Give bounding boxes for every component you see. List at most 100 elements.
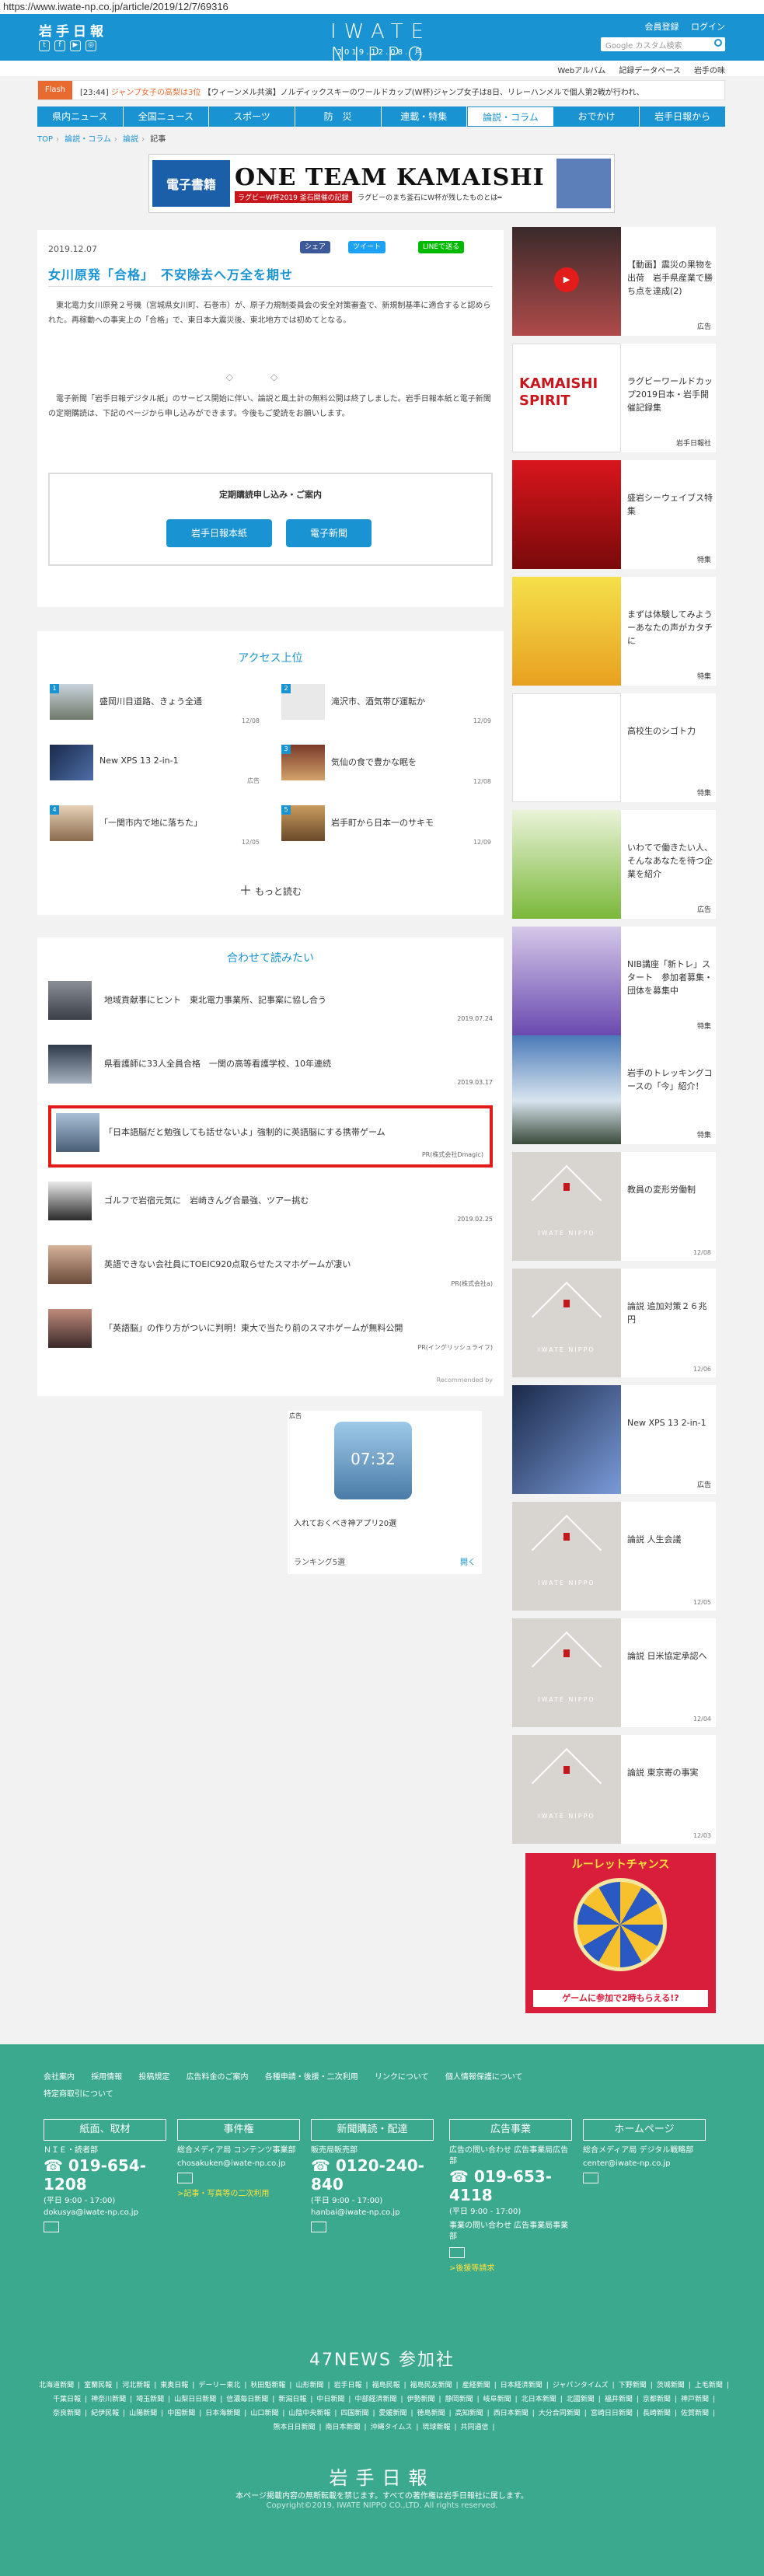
nav-outings[interactable]: おでかけ xyxy=(554,106,640,127)
member-paper-link[interactable]: 佐賀新聞 xyxy=(681,2410,709,2417)
search-input[interactable]: Google カスタム検索 xyxy=(601,37,725,51)
app-ad[interactable]: 広告 07:32 入れておくべき神アプリ20選 ランキング5選 開く xyxy=(288,1411,482,1574)
member-paper-link[interactable]: 奈良新聞 xyxy=(53,2410,81,2417)
sidebar-item[interactable]: 論説 東京寄の事実 12/03 xyxy=(512,1735,716,1844)
line-share-button[interactable]: LINEで送る xyxy=(418,241,465,253)
twitter-icon[interactable]: t xyxy=(39,40,50,51)
footer-link[interactable]: 投稿規定 xyxy=(138,2073,169,2082)
member-paper-link[interactable]: 上毛新聞 xyxy=(695,2382,723,2389)
sidebar-item[interactable]: 盛岩シーウェイブス特集 特集 xyxy=(512,460,716,569)
mail-icon[interactable] xyxy=(449,2247,465,2258)
member-paper-link[interactable]: 岩手日報 xyxy=(334,2382,362,2389)
rank-item[interactable]: New XPS 13 2-in-1 広告 xyxy=(50,745,260,793)
member-paper-link[interactable]: 日本経済新聞 xyxy=(501,2382,542,2389)
member-paper-link[interactable]: 信濃毎日新聞 xyxy=(226,2396,268,2403)
member-paper-link[interactable]: 山口新聞 xyxy=(250,2410,278,2417)
sidebar-item[interactable]: 論説 追加対策２６兆円 12/06 xyxy=(512,1269,716,1377)
footer-link[interactable]: 広告料金のご案内 xyxy=(187,2073,249,2082)
facebook-icon[interactable]: f xyxy=(54,40,65,51)
flash-news-bar[interactable]: Flash [23:44] ジャンプ女子の高梨は3位 【ウィーンメル共演】ノルデ… xyxy=(37,80,725,100)
member-paper-link[interactable]: 宮崎日日新聞 xyxy=(591,2410,633,2417)
center-logo[interactable]: IWATE NIPPO xyxy=(276,20,486,67)
sidebar-item[interactable]: 岩手のトレッキングコースの「今」紹介！ 特集 xyxy=(512,1035,716,1144)
footer-link[interactable]: 個人情報保護について xyxy=(445,2073,523,2082)
nav-national-news[interactable]: 全国ニュース xyxy=(124,106,210,127)
contact-mail[interactable]: chosakuken@iwate-np.co.jp xyxy=(177,2159,300,2168)
member-paper-link[interactable]: 山梨日日新聞 xyxy=(174,2396,216,2403)
flash-text[interactable]: [23:44] ジャンプ女子の高梨は3位 【ウィーンメル共演】ノルディックスキー… xyxy=(80,86,710,97)
member-paper-link[interactable]: 琉球新報 xyxy=(422,2424,450,2431)
sidebar-item[interactable]: ▶ 【動画】震災の果物を出荷 岩手県産業で勝ち点を達成(2) 広告 xyxy=(512,227,716,336)
breadcrumb-top[interactable]: TOP xyxy=(37,135,53,144)
member-paper-link[interactable]: 福井新聞 xyxy=(605,2396,633,2403)
related-item[interactable]: 県看護師に33人全員合格 一関の高等看護学校、10年連続 2019.03.17 xyxy=(48,1045,493,1091)
member-paper-link[interactable]: 中部経済新聞 xyxy=(354,2396,396,2403)
member-paper-link[interactable]: ジャパンタイムズ xyxy=(553,2382,609,2389)
member-paper-link[interactable]: 熊本日日新聞 xyxy=(273,2424,315,2431)
rank-item[interactable]: 3 気仙の食で豊かな眠を 12/08 xyxy=(281,745,491,793)
member-paper-link[interactable]: 秋田魁新報 xyxy=(250,2382,285,2389)
sidebar-item[interactable]: いわてで働きたい人、そんなあなたを待つ企業を紹介 広告 xyxy=(512,810,716,919)
web-album-link[interactable]: Webアルバム xyxy=(557,67,605,75)
rank-item[interactable]: 5 岩手町から日本一のサキモ 12/09 xyxy=(281,805,491,853)
ad-open-link[interactable]: 開く xyxy=(460,1555,476,1567)
footer-link[interactable]: 採用情報 xyxy=(91,2073,122,2082)
member-paper-link[interactable]: 岐阜新聞 xyxy=(483,2396,511,2403)
member-paper-link[interactable]: 沖縄タイムス xyxy=(371,2424,413,2431)
member-paper-link[interactable]: 室蘭民報 xyxy=(84,2382,112,2389)
youtube-icon[interactable]: ▶ xyxy=(70,40,81,51)
secondary-use-link[interactable]: >記事・写真等の二次利用 xyxy=(177,2187,300,2198)
member-paper-link[interactable]: 下野新聞 xyxy=(619,2382,647,2389)
member-paper-link[interactable]: 福島民友新聞 xyxy=(410,2382,452,2389)
sidebar-item[interactable]: NIB講座「新トレ」スタート 参加者募集・団体を募集中 特集 xyxy=(512,927,716,1035)
member-paper-link[interactable]: 伊勢新聞 xyxy=(407,2396,435,2403)
footer-link[interactable]: 特定商取引について xyxy=(44,2090,113,2099)
member-paper-link[interactable]: 四国新聞 xyxy=(340,2410,368,2417)
site-logo[interactable]: 岩手日報 xyxy=(39,20,107,40)
sidebar-item-ad[interactable]: New XPS 13 2-in-1 広告 xyxy=(512,1385,716,1494)
member-paper-link[interactable]: 高知新聞 xyxy=(455,2410,483,2417)
sidebar-item[interactable]: 論説 人生会議 12/05 xyxy=(512,1502,716,1611)
contact-mail[interactable]: hanbai@iwate-np.co.jp xyxy=(311,2208,434,2217)
member-paper-link[interactable]: 神戸新聞 xyxy=(681,2396,709,2403)
breadcrumb-ronsetsu[interactable]: 論説 xyxy=(123,135,138,144)
member-paper-link[interactable]: 埼玉新聞 xyxy=(136,2396,164,2403)
twitter-share-button[interactable]: ツイート xyxy=(348,241,386,253)
member-paper-link[interactable]: 西日本新聞 xyxy=(494,2410,529,2417)
member-paper-link[interactable]: デーリー東北 xyxy=(198,2382,240,2389)
sidebar-item[interactable]: KAMAISHI SPIRIT ラグビーワールドカップ2019日本・岩手開催記録集… xyxy=(512,344,716,452)
member-paper-link[interactable]: 千葉日報 xyxy=(53,2396,81,2403)
mail-icon[interactable] xyxy=(583,2173,598,2183)
iwate-taste-link[interactable]: 岩手の味 xyxy=(694,67,725,75)
member-paper-link[interactable]: 静岡新聞 xyxy=(445,2396,473,2403)
member-paper-link[interactable]: 神奈川新聞 xyxy=(91,2396,126,2403)
facebook-share-button[interactable]: シェア xyxy=(300,241,331,253)
nav-from-nippo[interactable]: 岩手日報から xyxy=(640,106,725,127)
paper-subscribe-button[interactable]: 岩手日報本紙 xyxy=(166,519,272,547)
phone-number[interactable]: ☎ 019-653-4118 xyxy=(449,2167,572,2204)
member-paper-link[interactable]: 愛媛新聞 xyxy=(379,2410,407,2417)
member-paper-link[interactable]: 茨城新聞 xyxy=(657,2382,685,2389)
footer-link[interactable]: リンクについて xyxy=(375,2073,429,2082)
roulette-ad[interactable]: ルーレットチャンス ゲームに参加で2時もらえる!? xyxy=(525,1853,716,2013)
member-paper-link[interactable]: 共同通信 xyxy=(461,2424,489,2431)
sidebar-item[interactable]: 論説 日米協定承認へ 12/04 xyxy=(512,1618,716,1727)
address-bar[interactable]: https://www.iwate-np.co.jp/article/2019/… xyxy=(0,0,764,14)
member-paper-link[interactable]: 河北新報 xyxy=(122,2382,150,2389)
member-paper-link[interactable]: 南日本新聞 xyxy=(326,2424,361,2431)
sponsorship-link[interactable]: >後援等請求 xyxy=(449,2261,572,2273)
member-paper-link[interactable]: 中国新聞 xyxy=(167,2410,195,2417)
roulette-cta[interactable]: ゲームに参加で2時もらえる!? xyxy=(533,1990,708,2007)
record-db-link[interactable]: 記録データベース xyxy=(619,67,681,75)
search-icon[interactable] xyxy=(714,39,722,47)
contact-mail[interactable]: dokusya@iwate-np.co.jp xyxy=(44,2208,166,2217)
contact-mail[interactable]: center@iwate-np.co.jp xyxy=(583,2159,706,2168)
read-more-button[interactable]: ＋もっと読む xyxy=(37,880,504,899)
related-item-pr[interactable]: 「英語脳」の作り方がついに判明！東大で当たり前のスマホゲームが無料公開 PR(イ… xyxy=(48,1309,493,1356)
member-paper-link[interactable]: 徳島新聞 xyxy=(417,2410,445,2417)
phone-number[interactable]: ☎ 0120-240-840 xyxy=(311,2156,434,2194)
nav-series[interactable]: 連載・特集 xyxy=(382,106,468,127)
member-paper-link[interactable]: 福島民報 xyxy=(372,2382,400,2389)
mail-icon[interactable] xyxy=(177,2173,193,2183)
footer-link[interactable]: 会社案内 xyxy=(44,2073,75,2082)
